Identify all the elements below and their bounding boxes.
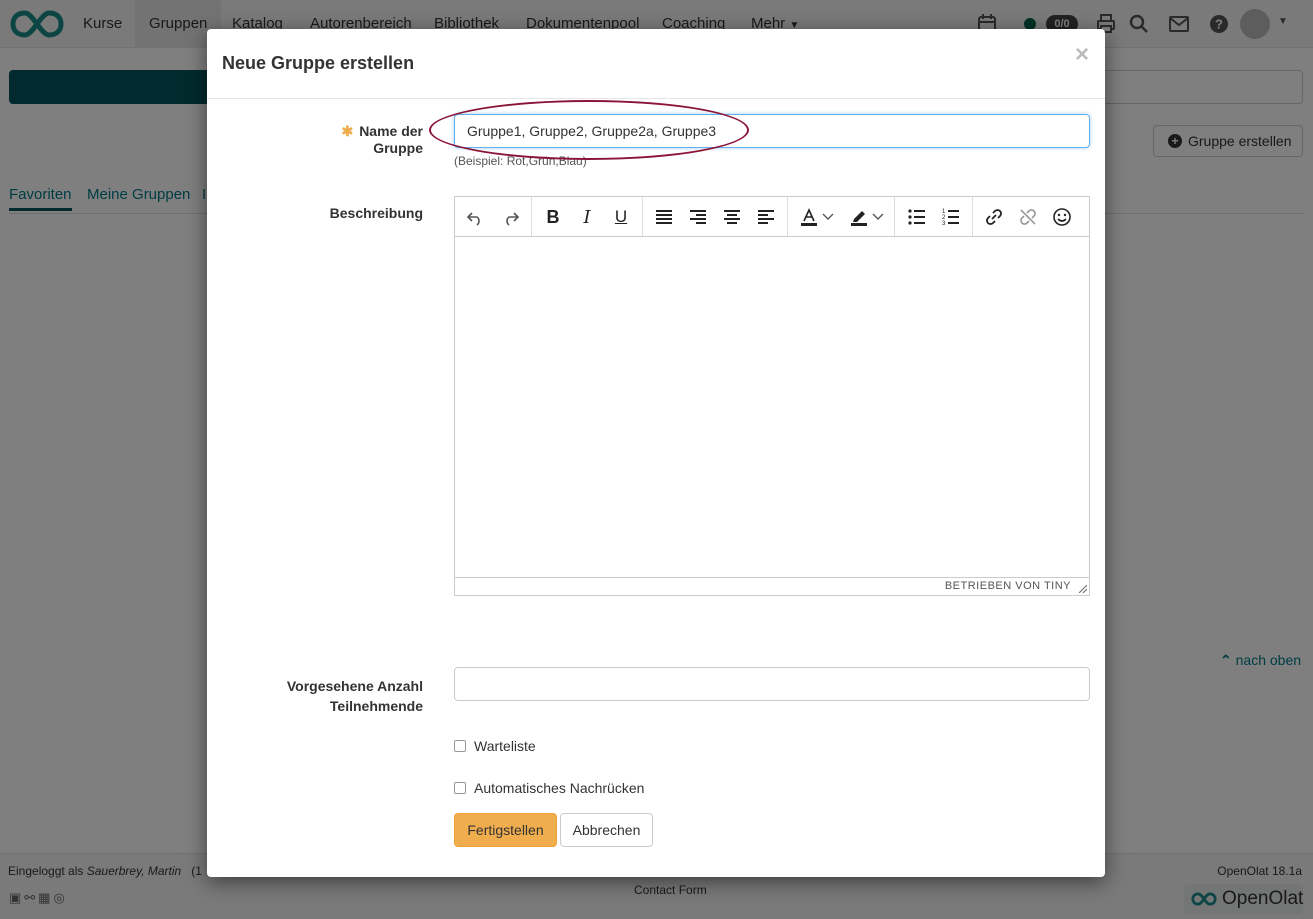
undo-icon[interactable] <box>462 204 488 230</box>
waitlist-checkbox[interactable] <box>454 740 466 752</box>
toolbar-group-format: B I U <box>532 197 643 236</box>
align-center-icon[interactable] <box>719 204 745 230</box>
toolbar-group-insert <box>973 197 1089 236</box>
close-icon[interactable]: × <box>1075 41 1089 69</box>
group-name-label: ✱ Name der Gruppe <box>293 123 423 156</box>
highlight-color-icon[interactable] <box>846 204 872 230</box>
cancel-button[interactable]: Abbrechen <box>560 813 653 847</box>
editor-branding-link[interactable]: BETRIEBEN VON TINY <box>945 580 1071 592</box>
waitlist-option[interactable]: Warteliste <box>454 738 536 754</box>
description-label: Beschreibung <box>329 205 423 221</box>
participants-label-line1: Vorgesehene Anzahl <box>286 678 423 694</box>
dialog-title: Neue Gruppe erstellen <box>222 53 415 73</box>
editor-content-area[interactable] <box>455 237 1089 579</box>
toolbar-group-align <box>643 197 788 236</box>
align-justify-icon[interactable] <box>651 204 677 230</box>
bold-icon[interactable]: B <box>540 204 566 230</box>
waitlist-label: Warteliste <box>474 738 536 754</box>
participants-label: Vorgesehene Anzahl Teilnehmende <box>253 676 423 716</box>
toolbar-group-color <box>788 197 895 236</box>
autofill-label: Automatisches Nachrücken <box>474 780 645 796</box>
align-left-icon[interactable] <box>753 204 779 230</box>
submit-button[interactable]: Fertigstellen <box>454 813 557 847</box>
group-name-input[interactable] <box>454 114 1090 148</box>
bullet-list-icon[interactable] <box>904 204 930 230</box>
emoji-icon[interactable] <box>1049 204 1075 230</box>
italic-icon[interactable]: I <box>574 204 600 230</box>
group-name-hint: (Beispiel: Rot,Grün,Blau) <box>454 154 587 168</box>
toolbar-group-history <box>455 197 532 236</box>
toolbar-group-lists: 123 <box>895 197 973 236</box>
dialog-header: Neue Gruppe erstellen × <box>207 29 1105 99</box>
editor-toolbar: B I U 1 2 3 <box>455 197 1089 237</box>
align-right-icon[interactable] <box>685 204 711 230</box>
required-asterisk-icon: ✱ <box>341 123 354 139</box>
svg-text:3: 3 <box>942 221 946 226</box>
editor-statusbar: BETRIEBEN VON TINY <box>455 577 1089 595</box>
resize-handle-icon[interactable] <box>1079 585 1087 593</box>
text-color-dropdown-icon[interactable] <box>820 204 836 230</box>
text-color-icon[interactable] <box>796 204 822 230</box>
redo-icon[interactable] <box>498 204 524 230</box>
participants-label-line2: Teilnehmende <box>329 698 423 714</box>
autofill-checkbox[interactable] <box>454 782 466 794</box>
participants-count-input[interactable] <box>454 667 1090 701</box>
autofill-option[interactable]: Automatisches Nachrücken <box>454 780 644 796</box>
numbered-list-icon[interactable]: 123 <box>938 204 964 230</box>
link-icon[interactable] <box>981 204 1007 230</box>
highlight-color-dropdown-icon[interactable] <box>870 204 886 230</box>
underline-icon[interactable]: U <box>608 204 634 230</box>
create-group-dialog: Neue Gruppe erstellen × ✱ Name der Gruppe… <box>207 29 1105 877</box>
group-name-label-text: Name der Gruppe <box>359 123 423 156</box>
rich-text-editor: B I U 1 2 3 BETRIEBEN VON TINY <box>454 196 1090 596</box>
unlink-icon[interactable] <box>1015 204 1041 230</box>
